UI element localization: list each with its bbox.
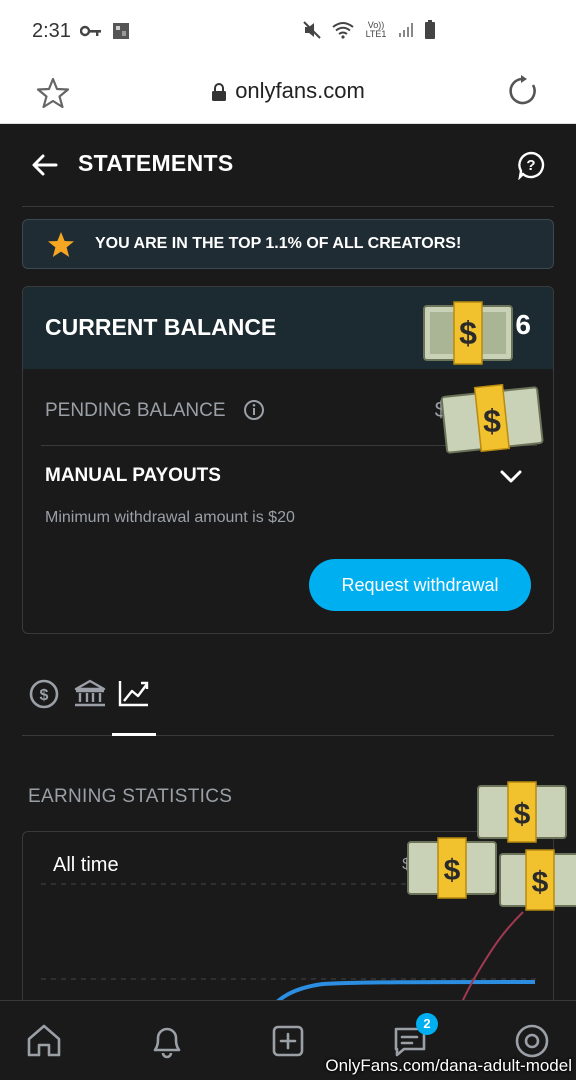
manual-payouts-label[interactable]: MANUAL PAYOUTS bbox=[45, 465, 221, 487]
svg-text:$: $ bbox=[483, 403, 501, 439]
svg-text:$: $ bbox=[532, 866, 549, 899]
earnings-line-blue bbox=[276, 980, 536, 1000]
svg-text:$: $ bbox=[444, 854, 461, 887]
status-time: 2:31 bbox=[32, 20, 71, 42]
money-sticker-icon: $ bbox=[440, 383, 544, 454]
earnings-line-red bbox=[461, 911, 524, 1000]
profile-icon[interactable] bbox=[512, 1021, 552, 1061]
earning-statistics-title: EARNING STATISTICS bbox=[28, 786, 233, 807]
signal-icon bbox=[399, 23, 413, 37]
messages-badge: 2 bbox=[416, 1013, 438, 1035]
request-withdrawal-button[interactable]: Request withdrawal bbox=[309, 559, 531, 611]
chart-line-icon bbox=[118, 681, 149, 707]
status-bar: 2:31 Vo)) LTE1 bbox=[0, 0, 576, 62]
svg-text:$: $ bbox=[514, 798, 531, 831]
bank-icon bbox=[74, 679, 106, 707]
lock-icon bbox=[212, 83, 227, 102]
add-icon[interactable] bbox=[268, 1021, 308, 1061]
tab-earnings[interactable]: $ bbox=[22, 669, 66, 735]
key-icon bbox=[80, 25, 101, 37]
reload-icon[interactable] bbox=[506, 74, 540, 108]
back-arrow-icon[interactable] bbox=[30, 150, 60, 180]
home-icon[interactable] bbox=[24, 1021, 64, 1061]
battery-icon bbox=[425, 20, 435, 39]
tab-statistics[interactable] bbox=[112, 669, 156, 736]
svg-text:?: ? bbox=[526, 157, 535, 174]
banner-text: YOU ARE IN THE TOP 1.1% OF ALL CREATORS! bbox=[95, 235, 462, 252]
mute-icon bbox=[303, 21, 321, 39]
page-header: STATEMENTS ? bbox=[0, 124, 576, 208]
pending-balance-label: PENDING BALANCE bbox=[45, 400, 226, 421]
current-balance-label: CURRENT BALANCE bbox=[45, 314, 277, 340]
page-title: STATEMENTS bbox=[78, 150, 234, 176]
wifi-icon bbox=[332, 22, 354, 39]
money-sticker-icon: $ bbox=[423, 301, 513, 365]
gallery-icon bbox=[113, 23, 129, 39]
statement-tabs: $ bbox=[22, 669, 554, 736]
bell-icon[interactable] bbox=[147, 1021, 187, 1061]
minimum-withdrawal-text: Minimum withdrawal amount is $20 bbox=[45, 509, 295, 526]
dollar-circle-icon: $ bbox=[29, 679, 59, 709]
star-icon bbox=[48, 232, 74, 257]
browser-bar: onlyfans.com bbox=[0, 62, 576, 124]
chevron-down-icon[interactable] bbox=[499, 467, 523, 485]
volte-icon: Vo)) LTE1 bbox=[365, 20, 387, 39]
money-sticker-icon: $ bbox=[499, 849, 576, 911]
help-icon[interactable]: ? bbox=[516, 150, 546, 180]
info-icon[interactable] bbox=[243, 399, 265, 421]
url-text: onlyfans.com bbox=[235, 78, 365, 103]
tab-payouts[interactable] bbox=[68, 669, 112, 735]
top-creator-banner: YOU ARE IN THE TOP 1.1% OF ALL CREATORS! bbox=[22, 219, 554, 269]
watermark: OnlyFans.com/dana-adult-model bbox=[325, 1056, 572, 1075]
header-divider bbox=[22, 206, 554, 207]
svg-text:$: $ bbox=[459, 315, 477, 351]
address-bar[interactable]: onlyfans.com bbox=[0, 78, 576, 104]
money-sticker-icon: $ bbox=[407, 837, 497, 899]
svg-text:$: $ bbox=[40, 687, 49, 704]
